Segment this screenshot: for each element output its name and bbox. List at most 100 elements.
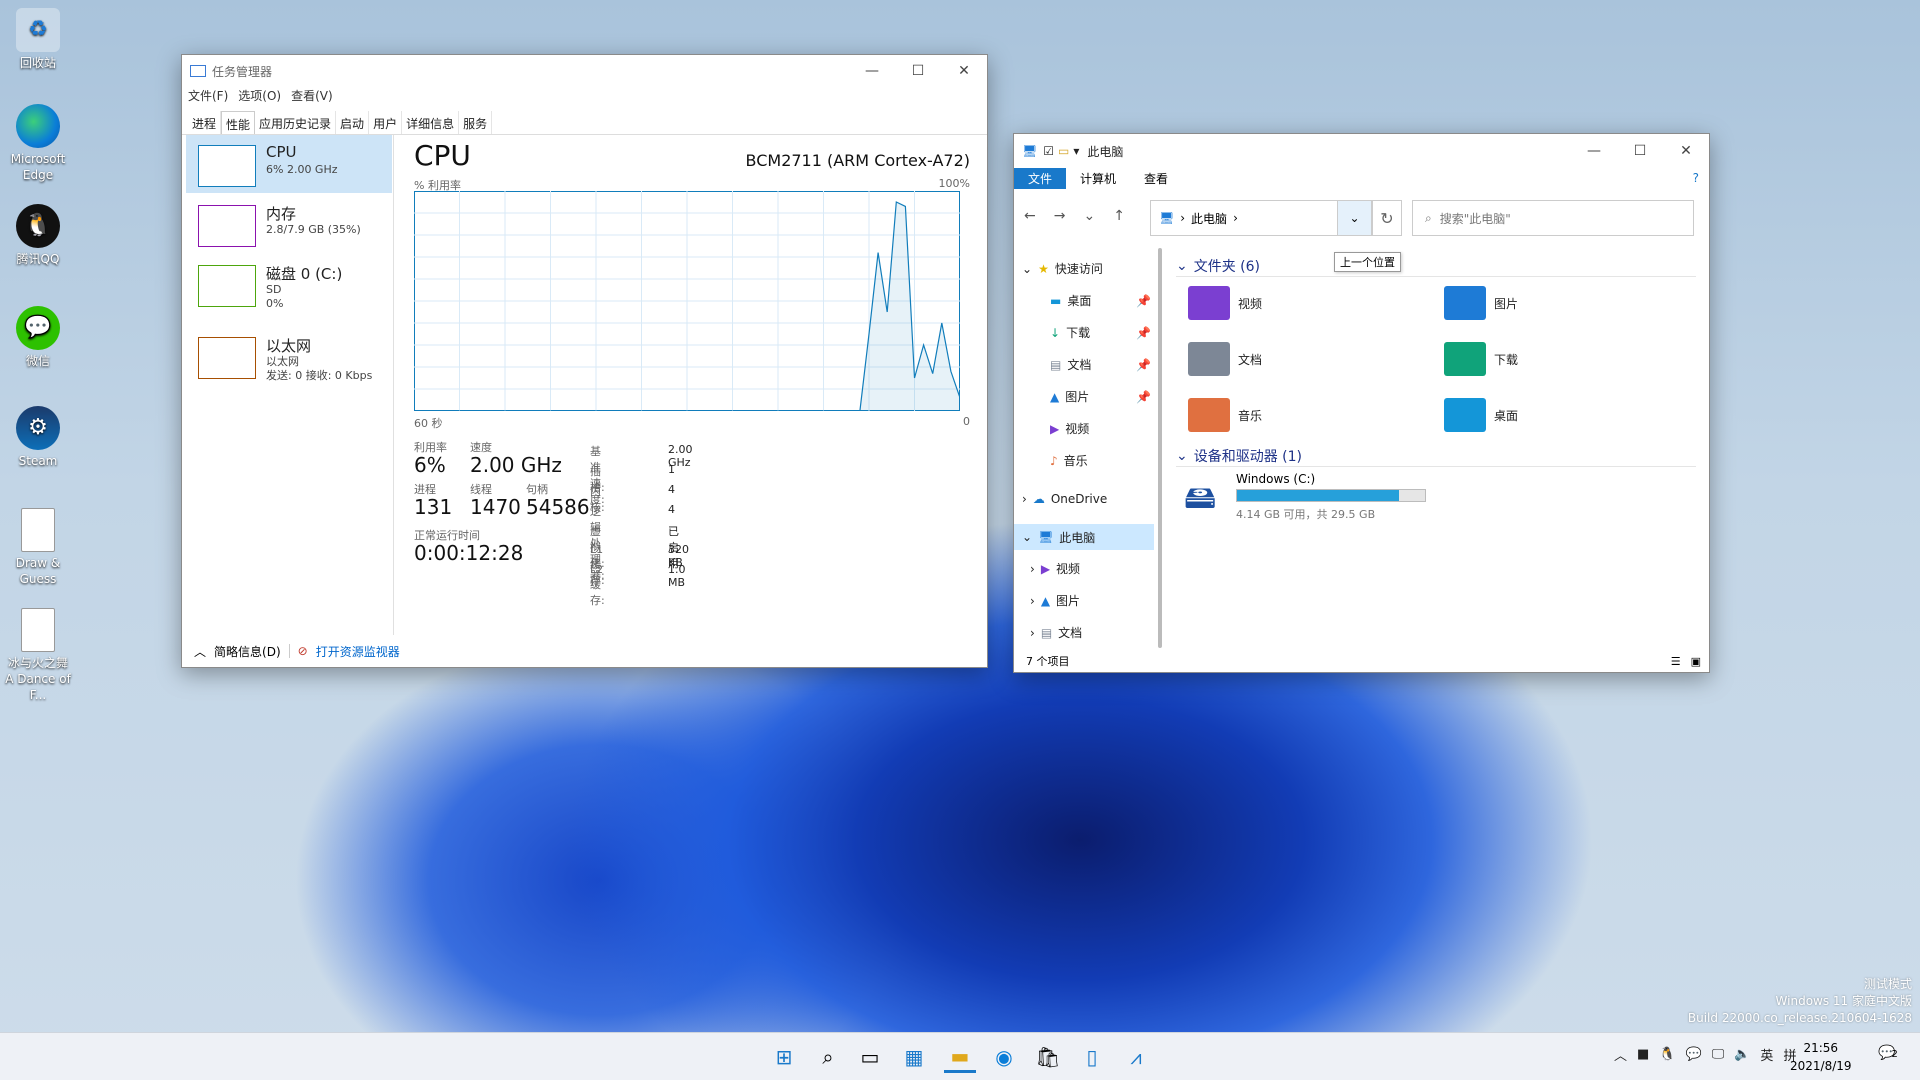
desktop-icon-wechat[interactable]: 💬 微信 xyxy=(4,306,72,369)
chevron-up-icon[interactable]: ︿ xyxy=(1614,1045,1627,1064)
edge-taskbar-icon[interactable]: ◉ xyxy=(988,1041,1020,1073)
folder-downloads[interactable]: 下载 xyxy=(1444,342,1518,376)
watermark-line: Build 22000.co_release.210604-1628 xyxy=(1687,1011,1912,1025)
task-view-button[interactable]: ▭ xyxy=(854,1041,886,1073)
new-folder-icon[interactable]: ▭ xyxy=(1058,144,1069,158)
nav-quick-access[interactable]: ⌄ ★ 快速访问 xyxy=(1022,260,1103,277)
tray-app-icon[interactable]: ■ xyxy=(1637,1047,1649,1062)
fewer-details-button[interactable]: 简略信息(D) xyxy=(214,643,281,660)
cloud-icon: ☁ xyxy=(1032,492,1045,506)
desktop-icon-recycle-bin[interactable]: ♻ 回收站 xyxy=(4,8,72,71)
minimize-button[interactable]: — xyxy=(849,55,895,87)
close-button[interactable]: ✕ xyxy=(941,55,987,87)
refresh-icon[interactable]: ↻ xyxy=(1372,200,1402,236)
desktop-icon-edge[interactable]: Microsoft Edge xyxy=(4,104,72,183)
qq-tray-icon[interactable]: 🐧 xyxy=(1659,1047,1675,1062)
tab-services[interactable]: 服务 xyxy=(459,111,493,134)
back-arrow-icon[interactable]: ← xyxy=(1024,208,1036,224)
folder-desktop[interactable]: 桌面 xyxy=(1444,398,1518,432)
maximize-button[interactable]: ☐ xyxy=(895,55,941,87)
nav-pc-documents[interactable]: › ▤ 文档 xyxy=(1030,624,1082,641)
utilization-value: 6% xyxy=(414,453,446,477)
folder-documents[interactable]: 文档 xyxy=(1188,342,1262,376)
drive-c[interactable]: 🖴 Windows (C:) 4.14 GB 可用，共 29.5 GB xyxy=(1184,472,1444,522)
menu-file[interactable]: 文件(F) xyxy=(188,87,228,107)
folder-pictures[interactable]: 图片 xyxy=(1444,286,1518,320)
chevron-up-icon[interactable]: ︿ xyxy=(194,643,206,660)
chevron-down-icon: ⌄ xyxy=(1176,448,1188,464)
minimize-button[interactable]: — xyxy=(1571,135,1617,167)
widgets-button[interactable]: ▦ xyxy=(898,1041,930,1073)
desktop-icon-qq[interactable]: 🐧 腾讯QQ xyxy=(4,204,72,267)
folder-videos[interactable]: 视频 xyxy=(1188,286,1262,320)
desktop-icon-draw-guess[interactable]: Draw & Guess xyxy=(4,508,72,587)
open-resource-monitor-link[interactable]: 打开资源监视器 xyxy=(316,643,400,660)
properties-icon[interactable]: ☑ xyxy=(1043,144,1054,158)
sidebar-item-memory[interactable]: 内存 2.8/7.9 GB (35%) xyxy=(186,195,392,253)
forward-arrow-icon[interactable]: → xyxy=(1054,208,1066,224)
search-icon: ⌕ xyxy=(1425,210,1432,225)
nav-videos[interactable]: ▶ 视频 xyxy=(1050,420,1089,437)
chevron-right-icon: › xyxy=(1030,561,1035,576)
network-icon[interactable]: 🖵 xyxy=(1712,1047,1725,1062)
ribbon-tab-computer[interactable]: 计算机 xyxy=(1066,168,1130,189)
nav-onedrive[interactable]: › ☁ OneDrive xyxy=(1022,492,1107,506)
nav-pc-pictures[interactable]: › ▲ 图片 xyxy=(1030,592,1080,609)
large-icons-view-icon[interactable]: ▣ xyxy=(1691,655,1701,668)
menu-options[interactable]: 选项(O) xyxy=(238,87,281,107)
ime-language-indicator[interactable]: 英 xyxy=(1760,1045,1773,1064)
tab-users[interactable]: 用户 xyxy=(369,111,403,134)
sidebar-item-disk[interactable]: 磁盘 0 (C:) SD 0% xyxy=(186,255,392,313)
folder-music[interactable]: 音乐 xyxy=(1188,398,1262,432)
ribbon-tab-file[interactable]: 文件 xyxy=(1014,167,1067,189)
breadcrumb[interactable]: 此电脑 xyxy=(1191,210,1227,227)
store-taskbar-icon[interactable]: 🛍 xyxy=(1032,1041,1064,1073)
nav-scrollbar[interactable] xyxy=(1158,248,1162,648)
nav-documents[interactable]: ▤ 文档 📌 xyxy=(1050,356,1151,373)
nav-downloads[interactable]: ↓ 下载 📌 xyxy=(1050,324,1151,341)
breadcrumb-chevron-icon: › xyxy=(1180,211,1186,225)
search-box[interactable]: ⌕ 搜索"此电脑" xyxy=(1412,200,1694,236)
notification-button[interactable]: 💬2 xyxy=(1878,1045,1898,1061)
devices-section-header[interactable]: ⌄ 设备和驱动器 (1) xyxy=(1176,446,1696,467)
tab-details[interactable]: 详细信息 xyxy=(402,111,460,134)
close-button[interactable]: ✕ xyxy=(1663,135,1709,167)
desktop-icon-label: 微信 xyxy=(25,354,50,368)
wechat-tray-icon[interactable]: 💬 xyxy=(1686,1047,1702,1062)
sidebar-item-sub: 发送: 0 接收: 0 Kbps xyxy=(266,369,373,382)
desktop-icon-dance[interactable]: 冰与火之舞 A Dance of F... xyxy=(4,608,72,703)
pin-icon: 📌 xyxy=(1136,357,1151,372)
nav-pc-videos[interactable]: › ▶ 视频 xyxy=(1030,560,1080,577)
folders-section-header[interactable]: ⌄ 文件夹 (6) xyxy=(1176,256,1696,277)
start-button[interactable]: ⊞ xyxy=(768,1041,800,1073)
phone-taskbar-icon[interactable]: ▯ xyxy=(1076,1041,1108,1073)
desktop-icon-steam[interactable]: ⚙ Steam xyxy=(4,406,72,469)
sidebar-item-ethernet[interactable]: 以太网 以太网 发送: 0 接收: 0 Kbps xyxy=(186,327,392,385)
tab-startup[interactable]: 启动 xyxy=(336,111,370,134)
nav-desktop[interactable]: ▬ 桌面 📌 xyxy=(1050,292,1151,309)
maximize-button[interactable]: ☐ xyxy=(1617,135,1663,167)
up-arrow-icon[interactable]: ↑ xyxy=(1113,208,1125,224)
task-manager-taskbar-icon[interactable]: ⩘ xyxy=(1120,1041,1152,1073)
ribbon-tab-view[interactable]: 查看 xyxy=(1130,168,1182,189)
nav-this-pc[interactable]: ⌄ 🖥 此电脑 xyxy=(1014,524,1154,550)
file-explorer-taskbar-icon[interactable]: ▬ xyxy=(944,1041,976,1073)
nav-pictures[interactable]: ▲ 图片 📌 xyxy=(1050,388,1151,405)
help-icon[interactable]: ? xyxy=(1683,171,1709,185)
volume-icon[interactable]: 🔈 xyxy=(1734,1047,1750,1062)
address-bar[interactable]: 🖥 › 此电脑 › ⌄ xyxy=(1150,200,1372,236)
tab-app-history[interactable]: 应用历史记录 xyxy=(255,111,337,134)
video-folder-icon xyxy=(1188,286,1230,320)
recent-chevron-icon[interactable]: ⌄ xyxy=(1083,208,1095,224)
details-view-icon[interactable]: ☰ xyxy=(1671,655,1681,668)
clock[interactable]: 21:56 2021/8/19 xyxy=(1790,1039,1852,1075)
address-dropdown-icon[interactable]: ⌄ xyxy=(1337,201,1371,235)
desktop-icon-label: Draw & Guess xyxy=(15,556,61,586)
tab-processes[interactable]: 进程 xyxy=(188,111,222,134)
nav-music[interactable]: ♪ 音乐 xyxy=(1050,452,1088,469)
tab-performance[interactable]: 性能 xyxy=(221,111,256,134)
sidebar-item-cpu[interactable]: CPU 6% 2.00 GHz xyxy=(186,135,392,193)
menu-view[interactable]: 查看(V) xyxy=(291,87,333,107)
search-button[interactable]: ⌕ xyxy=(812,1041,844,1073)
chevron-down-icon[interactable]: ▾ xyxy=(1073,144,1079,158)
